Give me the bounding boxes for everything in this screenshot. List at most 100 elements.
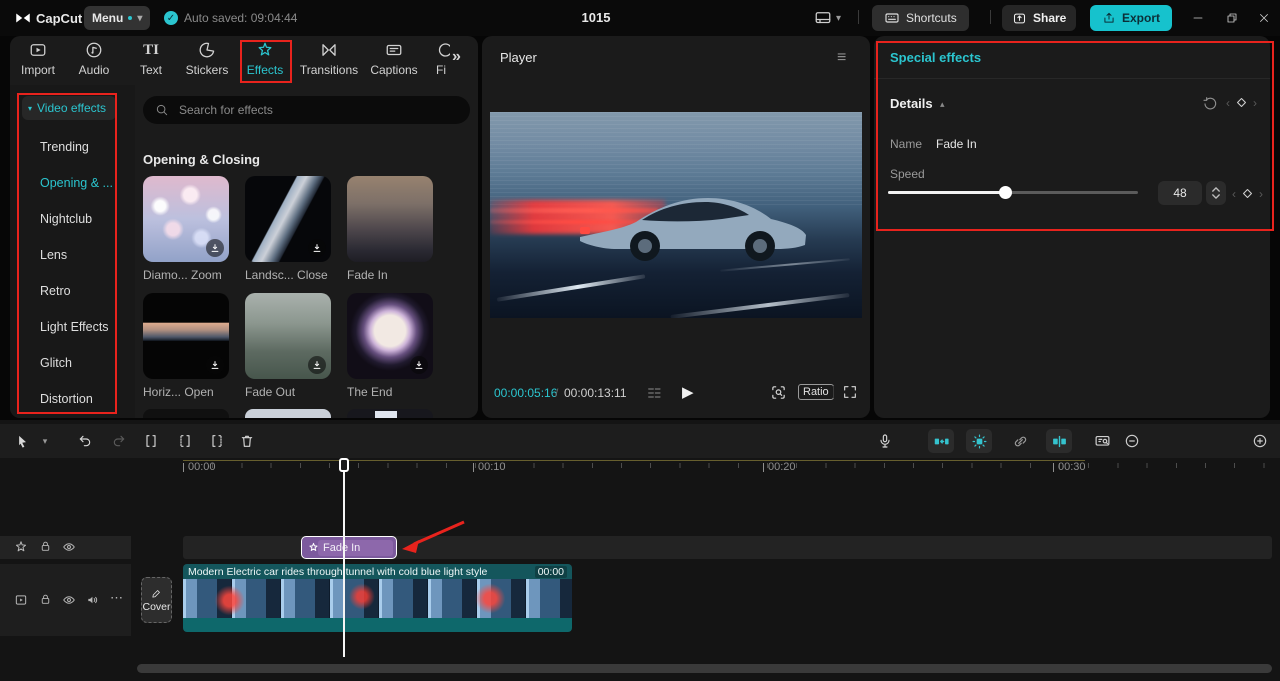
effect-card-the-end[interactable]: The End <box>347 293 435 399</box>
cover-button[interactable]: Cover <box>141 577 172 623</box>
ruler-label: 00:10 <box>473 461 506 473</box>
transitions-icon <box>320 41 338 59</box>
capcut-window: CapCut Menu ▾ ✓ Auto saved: 09:04:44 101… <box>0 0 1280 681</box>
effect-card-fade-in[interactable]: Fade In <box>347 176 435 282</box>
tab-text[interactable]: TI Text <box>129 41 173 77</box>
auto-snap-icon[interactable] <box>928 429 954 453</box>
playhead-handle[interactable] <box>339 458 349 472</box>
record-voiceover-icon[interactable] <box>874 424 896 458</box>
video-clip[interactable]: Modern Electric car rides through tunnel… <box>183 564 572 632</box>
stickers-icon <box>198 41 216 59</box>
share-button[interactable]: Share <box>1002 5 1077 31</box>
layout-chevron-icon[interactable]: ▾ <box>836 13 841 24</box>
shortcuts-button[interactable]: Shortcuts <box>872 5 969 31</box>
playhead-line[interactable] <box>343 459 345 657</box>
captions-icon <box>385 41 403 59</box>
zoom-in-icon[interactable] <box>1248 424 1272 458</box>
ratio-button[interactable]: Ratio <box>798 384 834 400</box>
delete-icon[interactable] <box>236 424 258 458</box>
select-tool-chevron-icon[interactable]: ▾ <box>38 424 52 458</box>
tab-import[interactable]: Import <box>16 41 60 77</box>
lock-icon[interactable] <box>39 593 52 606</box>
autosave-status: Auto saved: 09:04:44 <box>184 11 298 25</box>
tab-audio[interactable]: Audio <box>72 41 116 77</box>
effects-search[interactable] <box>143 96 470 124</box>
tab-filters[interactable]: Fi <box>432 41 450 77</box>
download-icon <box>206 356 224 374</box>
player-panel: Player ≡ 00:00:05:16 / 00:00:13:11 ▶ Rat… <box>482 36 870 418</box>
timeline-preview-icon[interactable] <box>1090 424 1114 458</box>
export-button[interactable]: Export <box>1090 5 1173 31</box>
effect-thumbnail[interactable] <box>347 176 433 262</box>
zoom-out-icon[interactable] <box>1120 424 1144 458</box>
effect-thumbnail-partial[interactable] <box>143 409 229 418</box>
keyboard-icon <box>884 10 900 26</box>
audio-icon <box>85 41 103 59</box>
playhead-timecode: 00:00:05:16 <box>494 386 558 400</box>
play-button[interactable]: ▶ <box>682 383 694 401</box>
download-icon <box>410 356 428 374</box>
split-icon[interactable] <box>140 424 162 458</box>
titlebar: CapCut Menu ▾ ✓ Auto saved: 09:04:44 101… <box>0 0 1280 36</box>
download-icon <box>206 239 224 257</box>
restore-button[interactable] <box>1222 8 1242 28</box>
effect-thumbnail-partial[interactable] <box>245 409 331 418</box>
effect-thumbnail-partial[interactable] <box>347 409 433 418</box>
tab-stickers[interactable]: Stickers <box>181 41 233 77</box>
search-input[interactable] <box>177 102 431 118</box>
effect-card-landscape-close[interactable]: Landsc... Close <box>245 176 333 282</box>
tab-transitions[interactable]: Transitions <box>296 41 362 77</box>
effect-thumbnail[interactable] <box>245 293 331 379</box>
auto-ripple-icon[interactable] <box>1046 429 1072 453</box>
redo-icon[interactable] <box>108 424 130 458</box>
tab-captions[interactable]: Captions <box>366 41 422 77</box>
road-lane-line <box>496 274 646 302</box>
close-button[interactable] <box>1254 8 1274 28</box>
eye-icon[interactable] <box>62 593 76 607</box>
filters-icon <box>432 41 450 59</box>
player-title: Player <box>500 50 537 65</box>
frame-preview-icon[interactable] <box>770 384 787 401</box>
player-menu-icon[interactable]: ≡ <box>837 49 846 67</box>
effect-card-diamond-zoom[interactable]: Diamo... Zoom <box>143 176 231 282</box>
capcut-logo-icon <box>14 9 32 27</box>
timeline-scrollbar[interactable] <box>137 664 1272 673</box>
app-title: CapCut <box>36 11 83 26</box>
preview-quality-icon[interactable] <box>646 386 662 400</box>
minimize-button[interactable] <box>1188 8 1208 28</box>
more-icon[interactable]: ⋯ <box>110 590 123 606</box>
main-track-magnet-icon[interactable] <box>966 429 992 453</box>
mute-icon[interactable] <box>86 593 100 607</box>
effect-thumbnail[interactable] <box>347 293 433 379</box>
share-icon <box>1012 11 1027 26</box>
undo-icon[interactable] <box>74 424 96 458</box>
effect-clip-label: Fade In <box>323 541 361 554</box>
effect-track-icon <box>14 540 28 554</box>
delete-left-icon[interactable] <box>174 424 196 458</box>
link-icon[interactable] <box>1008 424 1032 458</box>
export-icon <box>1102 11 1116 25</box>
effect-thumbnail[interactable] <box>143 176 229 262</box>
layout-icon[interactable] <box>814 9 832 27</box>
ruler-label: 00:00 <box>183 461 216 473</box>
chevron-down-icon: ▾ <box>137 12 143 24</box>
timecode-separator: / <box>555 386 559 400</box>
preview-range-line <box>183 460 1085 461</box>
tabs-expand-icon[interactable]: » <box>452 48 461 66</box>
video-preview[interactable] <box>490 112 862 318</box>
eye-icon[interactable] <box>62 540 76 554</box>
effect-track-header <box>0 536 131 559</box>
effect-card-horizontal-open[interactable]: Horiz... Open <box>143 293 231 399</box>
delete-right-icon[interactable] <box>206 424 228 458</box>
fullscreen-icon[interactable] <box>842 384 858 400</box>
timeline-toolbar: ▾ <box>0 424 1280 458</box>
select-tool-icon[interactable] <box>12 424 34 458</box>
text-icon: TI <box>143 42 159 58</box>
project-title: 1015 <box>581 10 611 25</box>
lock-icon[interactable] <box>39 540 52 553</box>
effect-clip-fade-in[interactable]: Fade In <box>301 536 397 559</box>
menu-button[interactable]: Menu ▾ <box>84 6 151 30</box>
effect-card-fade-out[interactable]: Fade Out <box>245 293 333 399</box>
effect-thumbnail[interactable] <box>143 293 229 379</box>
effect-thumbnail[interactable] <box>245 176 331 262</box>
